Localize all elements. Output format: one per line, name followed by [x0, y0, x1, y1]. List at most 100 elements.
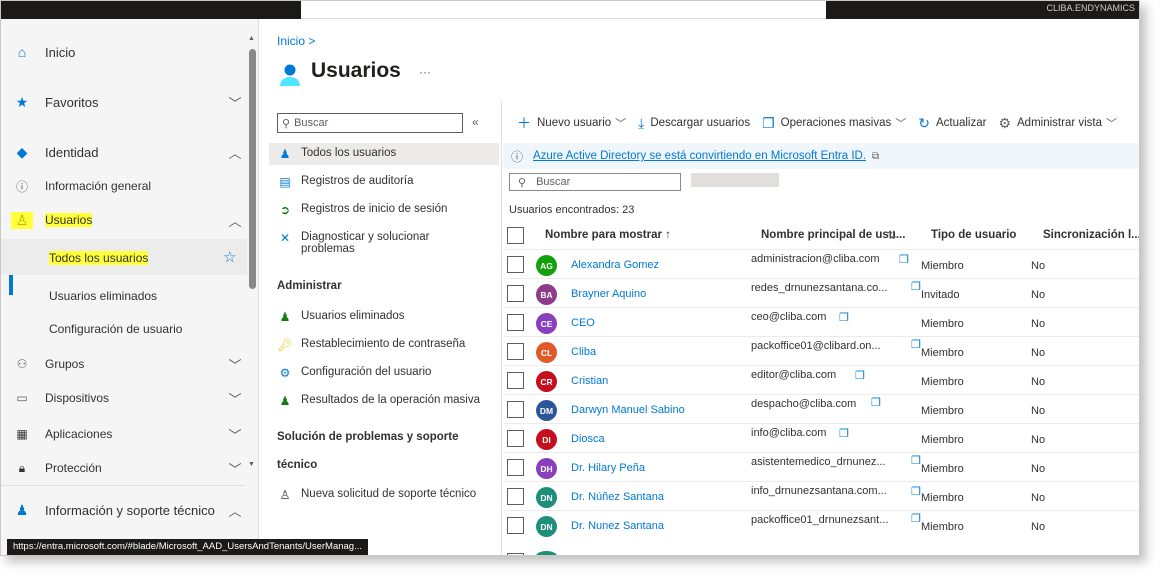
- banner-link[interactable]: Azure Active Directory se está convirtie…: [533, 150, 866, 162]
- row-checkbox[interactable]: [507, 401, 524, 418]
- menu-todos-usuarios[interactable]: ♟ Todos los usuarios: [277, 147, 397, 161]
- user-upn: packoffice01@clibard.on...: [751, 340, 881, 352]
- copy-icon[interactable]: ❐: [911, 485, 921, 498]
- nav-usuarios-eliminados[interactable]: Usuarios eliminados: [49, 289, 157, 303]
- table-row[interactable]: BA Brayner Aquino redes_drnunezsantana.co.…: [503, 278, 1139, 307]
- copy-icon[interactable]: ❐: [871, 396, 881, 409]
- user-name-link[interactable]: Dr. Hilary Peña: [571, 462, 645, 474]
- copy-icon[interactable]: ❐: [839, 311, 849, 324]
- menu-eliminados[interactable]: ♟ Usuarios eliminados: [277, 310, 405, 324]
- user-name-link[interactable]: Dr. Nunez Santana: [571, 520, 664, 532]
- table-row[interactable]: DM Darwyn Manuel Sabino despacho@cliba.com…: [503, 394, 1139, 423]
- copy-icon[interactable]: ❐: [911, 338, 921, 351]
- scroll-thumb[interactable]: [249, 49, 256, 289]
- nav-identidad[interactable]: ◆ Identidad ︿: [1, 135, 245, 169]
- button-label: Actualizar: [935, 117, 987, 129]
- nav-favoritos[interactable]: ★ Favoritos ﹀: [1, 85, 245, 119]
- nav-inicio[interactable]: ⌂ Inicio: [1, 35, 245, 69]
- menu-restablecer[interactable]: 🔑︎ Restablecimiento de contraseña: [277, 338, 465, 352]
- table-row[interactable]: DH Dr. Hilary Peña asistentemedico_drnunez…: [503, 452, 1139, 481]
- table-row[interactable]: DN Dr. Núñez Santana info_drnunezsantana.c…: [503, 481, 1139, 510]
- nav-scrollbar[interactable]: ▲ ▼: [247, 35, 257, 555]
- menu-nueva-solicitud[interactable]: ♙ Nueva solicitud de soporte técnico: [277, 488, 477, 502]
- menu-config[interactable]: ⚙ Configuración del usuario: [277, 366, 432, 380]
- menu-label: Resultados de la operación masiva: [301, 394, 480, 406]
- menu-diagnosticar[interactable]: ✕ Diagnosticar y solucionar problemas: [277, 231, 430, 255]
- chevron-up-icon: ︿: [228, 145, 242, 161]
- copy-icon[interactable]: ❐: [911, 512, 921, 525]
- user-name-link[interactable]: Dr. Núñez Santana: [571, 491, 664, 503]
- nav-dispositivos[interactable]: ▭ Dispositivos ﹀: [1, 381, 245, 415]
- user-name-link[interactable]: Cristian: [571, 375, 608, 387]
- breadcrumb[interactable]: Inicio >: [277, 34, 315, 48]
- nav-soporte[interactable]: ♟ Información y soporte técnico ︿: [1, 493, 245, 527]
- row-checkbox[interactable]: [507, 459, 524, 476]
- copy-icon[interactable]: ❐: [911, 280, 921, 293]
- table-row[interactable]: CE CEO ceo@cliba.com ❐ Miembro No: [503, 307, 1139, 336]
- menu-resultados[interactable]: ♟ Resultados de la operación masiva: [277, 394, 480, 408]
- row-checkbox[interactable]: [507, 285, 524, 302]
- user-name-link[interactable]: CEO: [571, 317, 595, 329]
- table-row[interactable]: CR Cristian editor@cliba.com ❐ Miembro No: [503, 365, 1139, 394]
- user-icon: ♟: [279, 147, 291, 161]
- menu-inicio-sesion[interactable]: ➲ Registros de inicio de sesión: [277, 203, 447, 217]
- select-all-checkbox[interactable]: [507, 227, 524, 244]
- favorite-star-icon[interactable]: ☆: [223, 248, 236, 266]
- table-row[interactable]: CL Cliba packoffice01@clibard.on... ❐ Miembr…: [503, 336, 1139, 365]
- refresh-button[interactable]: ↻ Actualizar: [918, 115, 986, 132]
- row-checkbox[interactable]: [507, 343, 524, 360]
- nav-todos-usuarios[interactable]: Todos los usuarios: [49, 251, 149, 265]
- row-checkbox[interactable]: [507, 256, 524, 273]
- account-label[interactable]: CLIBA.ENDYNAMICS: [1046, 3, 1135, 13]
- column-sync[interactable]: Sincronización l...: [1043, 229, 1139, 241]
- copy-icon[interactable]: ❐: [855, 369, 865, 382]
- user-sync: No: [1031, 405, 1046, 417]
- table-row[interactable]: DN Dr. Nunez Santana packoffice01_drnunezs…: [503, 510, 1139, 539]
- nav-aplicaciones[interactable]: ▦ Aplicaciones ﹀: [1, 417, 245, 451]
- nav-info-general[interactable]: ⓘ Información general: [1, 169, 245, 203]
- row-checkbox-partial[interactable]: [507, 553, 524, 555]
- user-name-link[interactable]: Brayner Aquino: [571, 288, 646, 300]
- external-link-icon[interactable]: ⧉: [872, 151, 879, 162]
- sort-icon[interactable]: ⇅: [887, 228, 897, 242]
- nav-proteccion[interactable]: 🔒︎ Protección ﹀: [1, 451, 245, 485]
- table-row[interactable]: AG Alexandra Gomez administracion@cliba.co…: [503, 249, 1139, 278]
- menu-label-line2: problemas: [301, 243, 355, 255]
- avatar: DN: [536, 487, 557, 508]
- user-name-link[interactable]: Alexandra Gomez: [571, 259, 659, 271]
- copy-icon[interactable]: ❐: [839, 427, 849, 440]
- copy-icon[interactable]: ❐: [911, 454, 921, 467]
- table-header: Nombre para mostrar ↑ Nombre principal d…: [503, 225, 1139, 247]
- more-options-icon[interactable]: ···: [419, 65, 431, 79]
- section-soporte-line1: Solución de problemas y soporte: [277, 431, 459, 443]
- menu-search-input[interactable]: ⚲ Buscar: [277, 113, 463, 133]
- scroll-up-icon[interactable]: ▲: [248, 35, 255, 42]
- copy-icon[interactable]: ❐: [899, 253, 909, 266]
- nav-usuarios[interactable]: ♙ Usuarios ︿: [1, 203, 245, 237]
- row-checkbox[interactable]: [507, 372, 524, 389]
- user-name-link[interactable]: Darwyn Manuel Sabino: [571, 404, 685, 416]
- row-checkbox[interactable]: [507, 488, 524, 505]
- manage-view-button[interactable]: ⚙ Administrar vista ﹀: [998, 115, 1117, 132]
- table-row[interactable]: DI Diosca info@cliba.com ❐ Miembro No: [503, 423, 1139, 452]
- nav-grupos[interactable]: ⚇ Grupos ﹀: [1, 347, 245, 381]
- column-tipo[interactable]: Tipo de usuario: [931, 229, 1016, 241]
- download-users-button[interactable]: ⤓ Descargar usuarios: [638, 115, 750, 132]
- menu-auditoria[interactable]: ▤ Registros de auditoría: [277, 175, 413, 189]
- nav-config-usuario[interactable]: Configuración de usuario: [49, 322, 182, 336]
- search-icon: ⚲: [518, 176, 527, 189]
- row-checkbox[interactable]: [507, 517, 524, 534]
- column-nombre[interactable]: Nombre para mostrar ↑: [545, 229, 671, 241]
- audit-log-icon: ▤: [279, 175, 291, 189]
- bulk-operations-button[interactable]: ❐ Operaciones masivas ﹀: [762, 115, 906, 132]
- row-checkbox[interactable]: [507, 430, 524, 447]
- user-name-link[interactable]: Cliba: [571, 346, 596, 358]
- user-name-link[interactable]: Diosca: [571, 433, 605, 445]
- column-upn[interactable]: Nombre principal de usu...: [761, 229, 905, 241]
- users-search-input[interactable]: ⚲ Buscar: [509, 173, 681, 191]
- new-user-button[interactable]: ＋ Nuevo usuario ﹀: [517, 113, 626, 133]
- row-checkbox[interactable]: [507, 314, 524, 331]
- collapse-menu-icon[interactable]: «: [472, 115, 479, 129]
- bulk-results-icon: ♟: [279, 394, 291, 408]
- scroll-down-icon[interactable]: ▼: [248, 461, 255, 468]
